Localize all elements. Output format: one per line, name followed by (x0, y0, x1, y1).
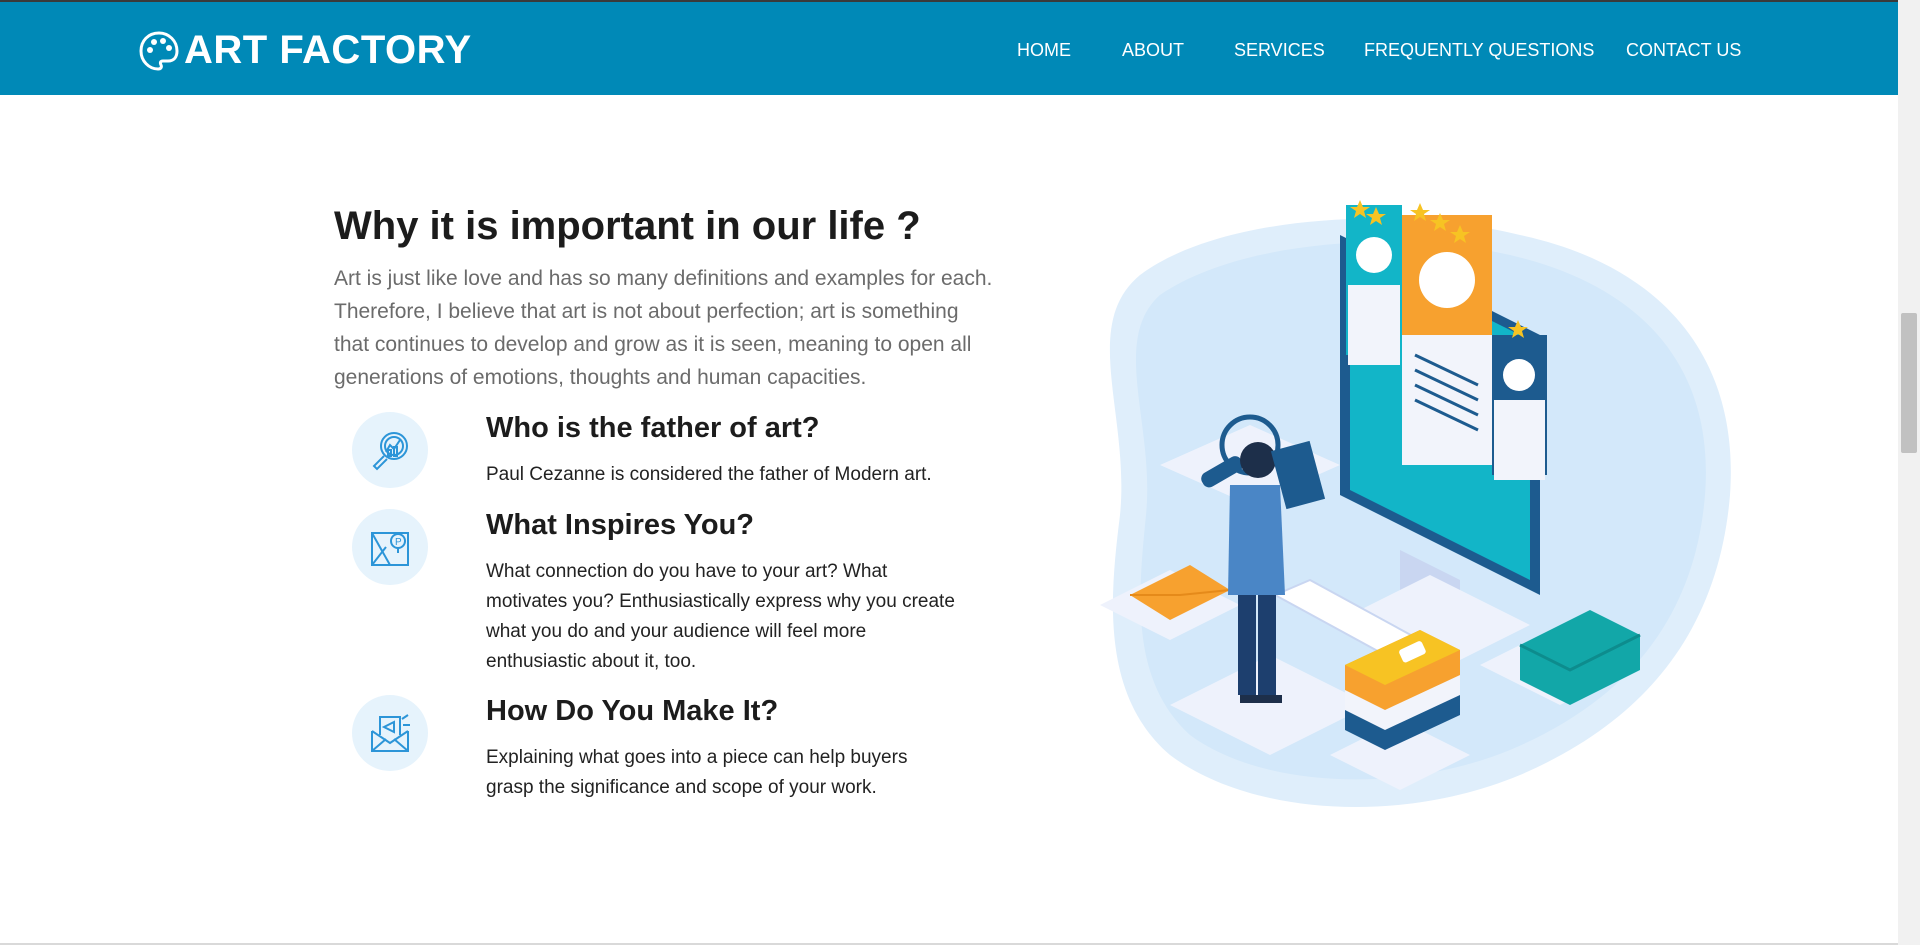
feature-icon-bg (352, 695, 428, 771)
scrollbar-track[interactable] (1898, 0, 1920, 945)
map-pin-icon: P (371, 532, 409, 566)
brand-name: ART FACTORY (184, 28, 472, 72)
svg-text:P: P (395, 537, 402, 548)
nav-about[interactable]: ABOUT (1122, 40, 1184, 61)
megaphone-mail-icon (371, 714, 410, 752)
feature-text: What connection do you have to your art?… (486, 561, 955, 672)
feature-title: How Do You Make It? (486, 695, 779, 727)
nav-contact[interactable]: CONTACT US (1626, 40, 1741, 61)
feature-title: Who is the father of art? (486, 412, 820, 444)
chart-magnifier-icon (372, 432, 408, 471)
feature-title: What Inspires You? (486, 509, 755, 541)
section-intro: Art is just like love and has so many de… (334, 267, 993, 389)
nav-home[interactable]: HOME (1017, 40, 1071, 61)
section-title: Why it is important in our life ? (334, 204, 921, 248)
isometric-workspace-illustration (1100, 200, 1731, 808)
nav-faq[interactable]: FREQUENTLY QUESTIONS (1364, 40, 1594, 61)
palette-icon (139, 30, 179, 71)
brand-logo[interactable]: ART FACTORY (138, 28, 472, 73)
feature-text: Explaining what goes into a piece can he… (486, 747, 908, 798)
feature-icon-bg (352, 412, 428, 488)
feature-icon-bg: P (352, 509, 428, 585)
nav-services[interactable]: SERVICES (1234, 40, 1325, 61)
navbar: ART FACTORY HOME ABOUT SERVICES FREQUENT… (0, 2, 1898, 95)
feature-text: Paul Cezanne is considered the father of… (486, 464, 932, 485)
scrollbar-thumb[interactable] (1901, 313, 1917, 453)
